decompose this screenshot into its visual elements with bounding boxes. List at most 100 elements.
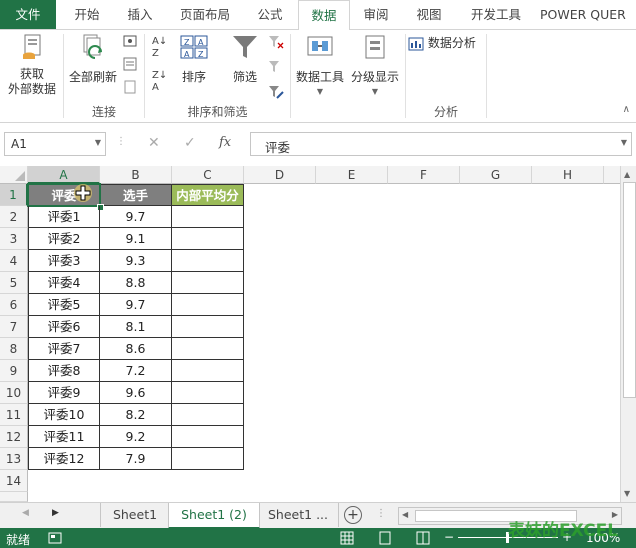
- judge-cell[interactable]: 评委4: [28, 272, 100, 294]
- row-header-7[interactable]: 7: [0, 316, 28, 338]
- score-cell[interactable]: 8.1: [100, 316, 172, 338]
- sort-button[interactable]: Z A A Z 排序: [174, 32, 214, 100]
- advanced-filter-icon[interactable]: [268, 84, 284, 100]
- edit-links-icon[interactable]: [123, 80, 137, 94]
- outline-button[interactable]: 分级显示 ▼: [348, 32, 402, 100]
- column-header-e[interactable]: E: [316, 166, 388, 184]
- data-tools-button[interactable]: 数据工具 ▼: [294, 32, 346, 100]
- column-header-c[interactable]: C: [172, 166, 244, 184]
- expand-formula-bar-icon[interactable]: ▼: [621, 138, 627, 147]
- name-box[interactable]: A1 ▼: [4, 132, 106, 156]
- enter-icon[interactable]: ✓: [184, 135, 196, 151]
- tab-file[interactable]: 文件: [0, 0, 56, 29]
- avg-cell[interactable]: [172, 294, 244, 316]
- avg-cell[interactable]: [172, 404, 244, 426]
- score-cell[interactable]: 8.2: [100, 404, 172, 426]
- score-cell[interactable]: 7.2: [100, 360, 172, 382]
- row-header-2[interactable]: 2: [0, 206, 28, 228]
- tab-insert[interactable]: 插入: [116, 0, 164, 29]
- row-header-14[interactable]: 14: [0, 470, 28, 492]
- vertical-scrollbar[interactable]: ▲ ▼: [620, 166, 636, 502]
- header-cell-contestant[interactable]: 选手: [100, 184, 172, 206]
- tab-developer[interactable]: 开发工具: [460, 0, 532, 29]
- row-header-11[interactable]: 11: [0, 404, 28, 426]
- tab-review[interactable]: 审阅: [352, 0, 400, 29]
- judge-cell[interactable]: 评委11: [28, 426, 100, 448]
- scroll-left-icon[interactable]: ◀: [402, 510, 408, 519]
- avg-cell[interactable]: [172, 250, 244, 272]
- judge-cell[interactable]: 评委8: [28, 360, 100, 382]
- worksheet-grid[interactable]: A B C D E F G H 1 2 3 4 5 6 7 8 9 10 11 …: [0, 166, 636, 502]
- sort-z-to-a-icon[interactable]: Z↓ A: [152, 70, 170, 94]
- get-external-data-button[interactable]: 获取 外部数据: [2, 32, 62, 100]
- macro-record-icon[interactable]: [48, 532, 62, 544]
- column-header-d[interactable]: D: [244, 166, 316, 184]
- judge-cell[interactable]: 评委7: [28, 338, 100, 360]
- connections-icon[interactable]: [123, 34, 137, 48]
- avg-cell[interactable]: [172, 382, 244, 404]
- row-header-4[interactable]: 4: [0, 250, 28, 272]
- score-cell[interactable]: 7.9: [100, 448, 172, 470]
- cancel-icon[interactable]: ✕: [148, 135, 160, 151]
- judge-cell[interactable]: 评委3: [28, 250, 100, 272]
- score-cell[interactable]: 9.3: [100, 250, 172, 272]
- scroll-sheets-left-icon[interactable]: ◀: [22, 508, 29, 518]
- sheet-tab-3[interactable]: Sheet1 ...: [258, 503, 339, 527]
- tab-home[interactable]: 开始: [62, 0, 112, 29]
- select-all-corner[interactable]: [0, 166, 28, 184]
- scroll-sheets-right-icon[interactable]: ▶: [52, 508, 59, 518]
- column-header-h[interactable]: H: [532, 166, 604, 184]
- page-layout-view-icon[interactable]: [378, 531, 392, 545]
- avg-cell[interactable]: [172, 206, 244, 228]
- score-cell[interactable]: 9.7: [100, 206, 172, 228]
- avg-cell[interactable]: [172, 448, 244, 470]
- score-cell[interactable]: 9.2: [100, 426, 172, 448]
- refresh-all-button[interactable]: 全部刷新: [66, 32, 120, 100]
- chevron-down-icon[interactable]: ▼: [95, 138, 101, 147]
- tab-power-query[interactable]: POWER QUER: [540, 0, 636, 29]
- scroll-down-icon[interactable]: ▼: [624, 489, 630, 498]
- judge-cell[interactable]: 评委5: [28, 294, 100, 316]
- collapse-ribbon-icon[interactable]: ∧: [623, 104, 630, 115]
- row-header-6[interactable]: 6: [0, 294, 28, 316]
- insert-function-icon[interactable]: fx: [219, 135, 231, 150]
- avg-cell[interactable]: [172, 316, 244, 338]
- add-sheet-icon[interactable]: +: [344, 506, 362, 524]
- avg-cell[interactable]: [172, 360, 244, 382]
- avg-cell[interactable]: [172, 338, 244, 360]
- sort-a-to-z-icon[interactable]: A↓ Z: [152, 36, 170, 60]
- column-header-f[interactable]: F: [388, 166, 460, 184]
- row-header-12[interactable]: 12: [0, 426, 28, 448]
- judge-cell[interactable]: 评委12: [28, 448, 100, 470]
- tab-data[interactable]: 数据: [298, 0, 350, 31]
- tab-formulas[interactable]: 公式: [246, 0, 294, 29]
- judge-cell[interactable]: 评委10: [28, 404, 100, 426]
- tab-split-grip-icon[interactable]: ⋮: [376, 508, 386, 519]
- normal-view-icon[interactable]: [340, 531, 354, 545]
- avg-cell[interactable]: [172, 228, 244, 250]
- filter-button[interactable]: 筛选: [224, 32, 266, 100]
- row-header-13[interactable]: 13: [0, 448, 28, 470]
- sheet-tab-1[interactable]: Sheet1: [100, 503, 169, 527]
- row-header-3[interactable]: 3: [0, 228, 28, 250]
- row-header-9[interactable]: 9: [0, 360, 28, 382]
- judge-cell[interactable]: 评委2: [28, 228, 100, 250]
- row-header-1[interactable]: 1: [0, 184, 28, 206]
- judge-cell[interactable]: 评委9: [28, 382, 100, 404]
- score-cell[interactable]: 9.1: [100, 228, 172, 250]
- sheet-tab-2[interactable]: Sheet1 (2): [168, 503, 260, 529]
- zoom-out-icon[interactable]: −: [444, 530, 454, 544]
- score-cell[interactable]: 8.8: [100, 272, 172, 294]
- avg-cell[interactable]: [172, 426, 244, 448]
- score-cell[interactable]: 9.6: [100, 382, 172, 404]
- tab-page-layout[interactable]: 页面布局: [170, 0, 240, 29]
- formula-input[interactable]: 评委 ▼: [250, 132, 632, 156]
- scroll-up-icon[interactable]: ▲: [624, 170, 630, 179]
- properties-icon[interactable]: [123, 57, 137, 71]
- data-analysis-button[interactable]: 数据分析: [408, 34, 480, 52]
- row-header-10[interactable]: 10: [0, 382, 28, 404]
- judge-cell[interactable]: 评委6: [28, 316, 100, 338]
- column-header-b[interactable]: B: [100, 166, 172, 184]
- avg-cell[interactable]: [172, 272, 244, 294]
- header-cell-avg[interactable]: 内部平均分: [172, 184, 244, 206]
